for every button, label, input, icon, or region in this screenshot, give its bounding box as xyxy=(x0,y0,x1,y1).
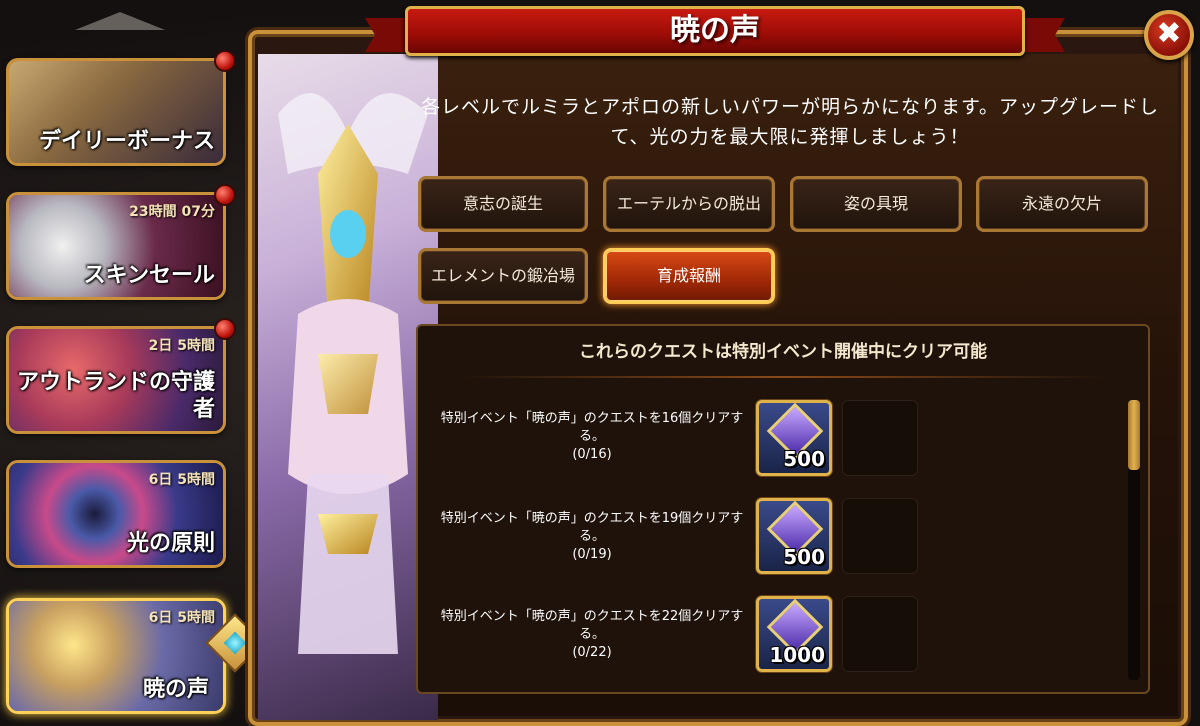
close-icon: ✖ xyxy=(1156,16,1182,51)
event-timer: 2日 5時間 xyxy=(148,338,215,354)
tab-label: 永遠の欠片 xyxy=(1021,194,1102,213)
sidebar-item-label: アウトランドの守護者 xyxy=(16,370,215,422)
quest-progress: (0/16) xyxy=(572,447,612,462)
quest-text: 特別イベント「暁の声」のクエストを22個クリアする。 xyxy=(440,609,744,642)
sidebar-item-label: 光の原則 xyxy=(126,530,215,556)
quest-row: 特別イベント「暁の声」のクエストを19個クリアする。 (0/19) 500 xyxy=(418,498,1118,588)
tab-eternal-shard[interactable]: 永遠の欠片 xyxy=(976,176,1148,232)
event-timer: 6日 5時間 xyxy=(148,610,215,626)
empty-reward-slot xyxy=(842,498,918,574)
empty-reward-slot xyxy=(842,400,918,476)
quest-header: これらのクエストは特別イベント開催中にクリア可能 xyxy=(579,342,987,362)
quest-description: 特別イベント「暁の声」のクエストを22個クリアする。 (0/22) xyxy=(432,608,752,662)
reward-item[interactable]: 1000 xyxy=(756,596,832,672)
event-timer: 6日 5時間 xyxy=(148,472,215,488)
reward-item[interactable]: 500 xyxy=(756,498,832,574)
tab-label: 意志の誕生 xyxy=(462,194,543,213)
close-button[interactable]: ✖ xyxy=(1144,10,1194,60)
event-sidebar: デイリーボーナス 23時間 07分 スキンセール 2日 5時間 アウトランドの守… xyxy=(0,0,265,726)
empty-reward-slot xyxy=(842,596,918,672)
sidebar-item-outland-guardian[interactable]: 2日 5時間 アウトランドの守護者 xyxy=(6,326,226,434)
quest-list: これらのクエストは特別イベント開催中にクリア可能 特別イベント「暁の声」のクエス… xyxy=(416,324,1150,694)
sidebar-item-daily-bonus[interactable]: デイリーボーナス xyxy=(6,58,226,166)
quest-description: 特別イベント「暁の声」のクエストを19個クリアする。 (0/19) xyxy=(432,510,752,564)
tab-element-forge[interactable]: エレメントの鍛冶場 xyxy=(418,248,588,304)
quest-text: 特別イベント「暁の声」のクエストを16個クリアする。 xyxy=(440,411,744,444)
tab-escape-from-ether[interactable]: エーテルからの脱出 xyxy=(603,176,775,232)
quest-row: 特別イベント「暁の声」のクエストを22個クリアする。 (0/22) 1000 xyxy=(418,596,1118,686)
tab-manifestation[interactable]: 姿の具現 xyxy=(790,176,962,232)
sidebar-item-skin-sale[interactable]: 23時間 07分 スキンセール xyxy=(6,192,226,300)
notification-badge xyxy=(214,318,236,340)
event-timer: 23時間 07分 xyxy=(129,204,215,220)
title-banner: 暁の声 xyxy=(365,2,1065,60)
header-divider xyxy=(458,376,1108,378)
sidebar-item-label: スキンセール xyxy=(83,262,215,288)
tab-label: エレメントの鍛冶場 xyxy=(430,266,575,285)
reward-item[interactable]: 500 xyxy=(756,400,832,476)
tab-label: エーテルからの脱出 xyxy=(616,194,761,213)
hero-portrait xyxy=(258,54,438,720)
reward-amount: 500 xyxy=(783,447,825,471)
quest-progress: (0/22) xyxy=(572,645,612,660)
tab-label: 姿の具現 xyxy=(843,194,908,213)
scrollbar-thumb[interactable] xyxy=(1128,400,1140,470)
sidebar-item-voice-of-dawn[interactable]: 6日 5時間 暁の声 xyxy=(6,598,226,714)
quest-description: 特別イベント「暁の声」のクエストを16個クリアする。 (0/16) xyxy=(432,410,752,464)
sidebar-item-label: 暁の声 xyxy=(142,676,209,702)
event-description: 各レベルでルミラとアポロの新しいパワーが明らかになります。アップグレードして、光… xyxy=(420,96,1160,148)
notification-badge xyxy=(214,184,236,206)
scroll-up-arrow-icon[interactable] xyxy=(75,12,165,30)
reward-amount: 500 xyxy=(783,545,825,569)
sidebar-item-label: デイリーボーナス xyxy=(38,128,215,154)
tab-label: 育成報酬 xyxy=(656,266,721,285)
sidebar-item-principle-of-light[interactable]: 6日 5時間 光の原則 xyxy=(6,460,226,568)
quest-text: 特別イベント「暁の声」のクエストを19個クリアする。 xyxy=(440,511,744,544)
quest-row: 特別イベント「暁の声」のクエストを16個クリアする。 (0/16) 500 xyxy=(418,398,1118,488)
tab-birth-of-will[interactable]: 意志の誕生 xyxy=(418,176,588,232)
quest-progress: (0/19) xyxy=(572,547,612,562)
notification-badge xyxy=(214,50,236,72)
tab-growth-rewards[interactable]: 育成報酬 xyxy=(603,248,775,304)
page-title: 暁の声 xyxy=(670,13,760,48)
reward-amount: 1000 xyxy=(769,643,825,667)
